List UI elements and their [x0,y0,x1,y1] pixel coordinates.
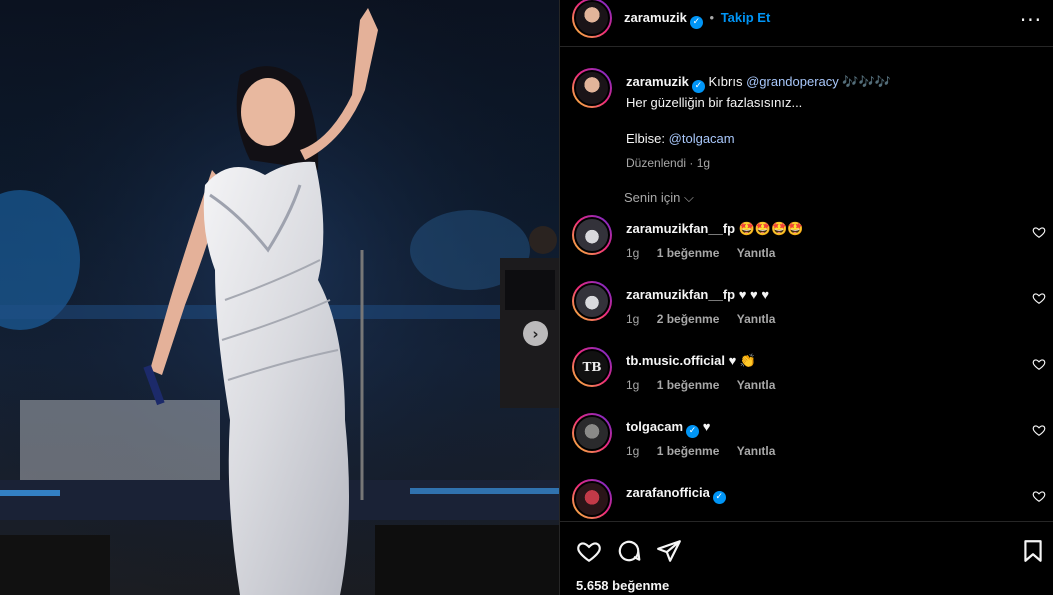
comment-username[interactable]: zaramuzikfan__fp [626,221,735,236]
comment-time: 1g [626,444,640,458]
edited-separator: · [689,156,697,170]
verified-badge-icon: ✓ [691,80,705,93]
post-side-panel: zaramuzik ✓ • Takip Et ··· zaramuzik ✓ Kıb… [559,0,1053,595]
music-notes-icon: 🎶🎶🎶 [842,74,891,89]
follow-button[interactable]: Takip Et [721,10,771,25]
comment-likes[interactable]: 1 beğenme [657,246,720,260]
post-actions-bar: 5.658 beğenme [560,521,1053,595]
comment-sort-dropdown[interactable]: Senin için ⌵ [624,190,694,206]
comment-bubble-icon[interactable] [616,538,642,564]
comment-time: 1g [626,378,640,392]
comment-like-heart-icon[interactable] [1032,225,1046,239]
share-send-icon[interactable] [656,538,682,564]
caption-username[interactable]: zaramuzik [626,74,689,89]
comment-avatar[interactable] [572,413,612,453]
edited-time: 1g [696,156,711,170]
comment-reply-button[interactable]: Yanıtla [737,246,776,260]
comment-item: tolgacam ✓ ♥ 1g 1 beğenme Yanıtla [560,413,1053,475]
post-header: zaramuzik ✓ • Takip Et ··· [560,0,1053,47]
comment-like-heart-icon[interactable] [1032,357,1046,371]
comment-likes[interactable]: 1 beğenme [657,444,720,458]
post-photo[interactable]: › [0,0,559,595]
more-options-icon[interactable]: ··· [1020,8,1042,32]
caption-author-avatar[interactable] [572,68,612,108]
comment-likes[interactable]: 1 beğenme [657,378,720,392]
comment-text: ♥ ♥ ♥ [738,287,770,302]
comment-avatar[interactable] [572,215,612,255]
caption-dress-label: Elbise: [626,131,666,146]
comment-item: zaramuzikfan__fp 🤩🤩🤩🤩 1g 1 beğenme Yanıt… [560,215,1053,277]
comment-text: ♥ [702,419,711,434]
comment-username[interactable]: tb.music.official [626,353,725,368]
verified-badge-icon: ✓ [686,425,700,438]
comment-reply-button[interactable]: Yanıtla [737,378,776,392]
likes-count[interactable]: 5.658 beğenme [576,578,669,593]
comment-username[interactable]: zarafanofficia [626,485,710,500]
comment-like-heart-icon[interactable] [1032,291,1046,305]
caption-location: Kıbrıs [708,74,743,89]
comment-username[interactable]: tolgacam [626,419,683,434]
comment-item: TB tb.music.official ♥ 👏 1g 1 beğenme Ya… [560,347,1053,409]
comment-reply-button[interactable]: Yanıtla [737,444,776,458]
tb-logo: TB [582,360,602,374]
comment-reply-button[interactable]: Yanıtla [737,312,776,326]
edited-label: Düzenlendi [626,156,687,170]
comment-likes[interactable]: 2 beğenme [657,312,720,326]
verified-badge-icon: ✓ [712,491,726,504]
separator-dot: • [709,10,715,25]
verified-badge-icon: ✓ [689,16,703,29]
comment-avatar[interactable] [572,479,612,519]
comment-username[interactable]: zaramuzikfan__fp [626,287,735,302]
caption-mention-link[interactable]: @grandoperacy [746,74,839,89]
caption-text: zaramuzik ✓ Kıbrıs @grandoperacy 🎶🎶🎶 Her … [626,72,1026,173]
like-heart-icon[interactable] [576,538,602,564]
comment-item: zarafanofficia ✓ [560,479,1053,521]
concert-photo [0,0,559,595]
comment-avatar[interactable] [572,281,612,321]
caption-dress-mention-link[interactable]: @tolgacam [669,131,735,146]
author-avatar[interactable] [572,0,612,38]
caption-line-2: Her güzelliğin bir fazlasısınız... [626,95,803,110]
comment-time: 1g [626,312,640,326]
comment-like-heart-icon[interactable] [1032,489,1046,503]
comment-item: zaramuzikfan__fp ♥ ♥ ♥ 1g 2 beğenme Yanı… [560,281,1053,343]
comment-like-heart-icon[interactable] [1032,423,1046,437]
comment-text: 🤩🤩🤩🤩 [738,221,804,236]
comment-avatar[interactable]: TB [572,347,612,387]
comment-text: ♥ 👏 [728,353,757,368]
save-bookmark-icon[interactable] [1020,538,1046,564]
next-image-arrow-icon[interactable]: › [523,321,548,346]
author-username[interactable]: zaramuzik [624,10,687,25]
comment-time: 1g [626,246,640,260]
header-user-row: zaramuzik ✓ • Takip Et [624,10,770,29]
